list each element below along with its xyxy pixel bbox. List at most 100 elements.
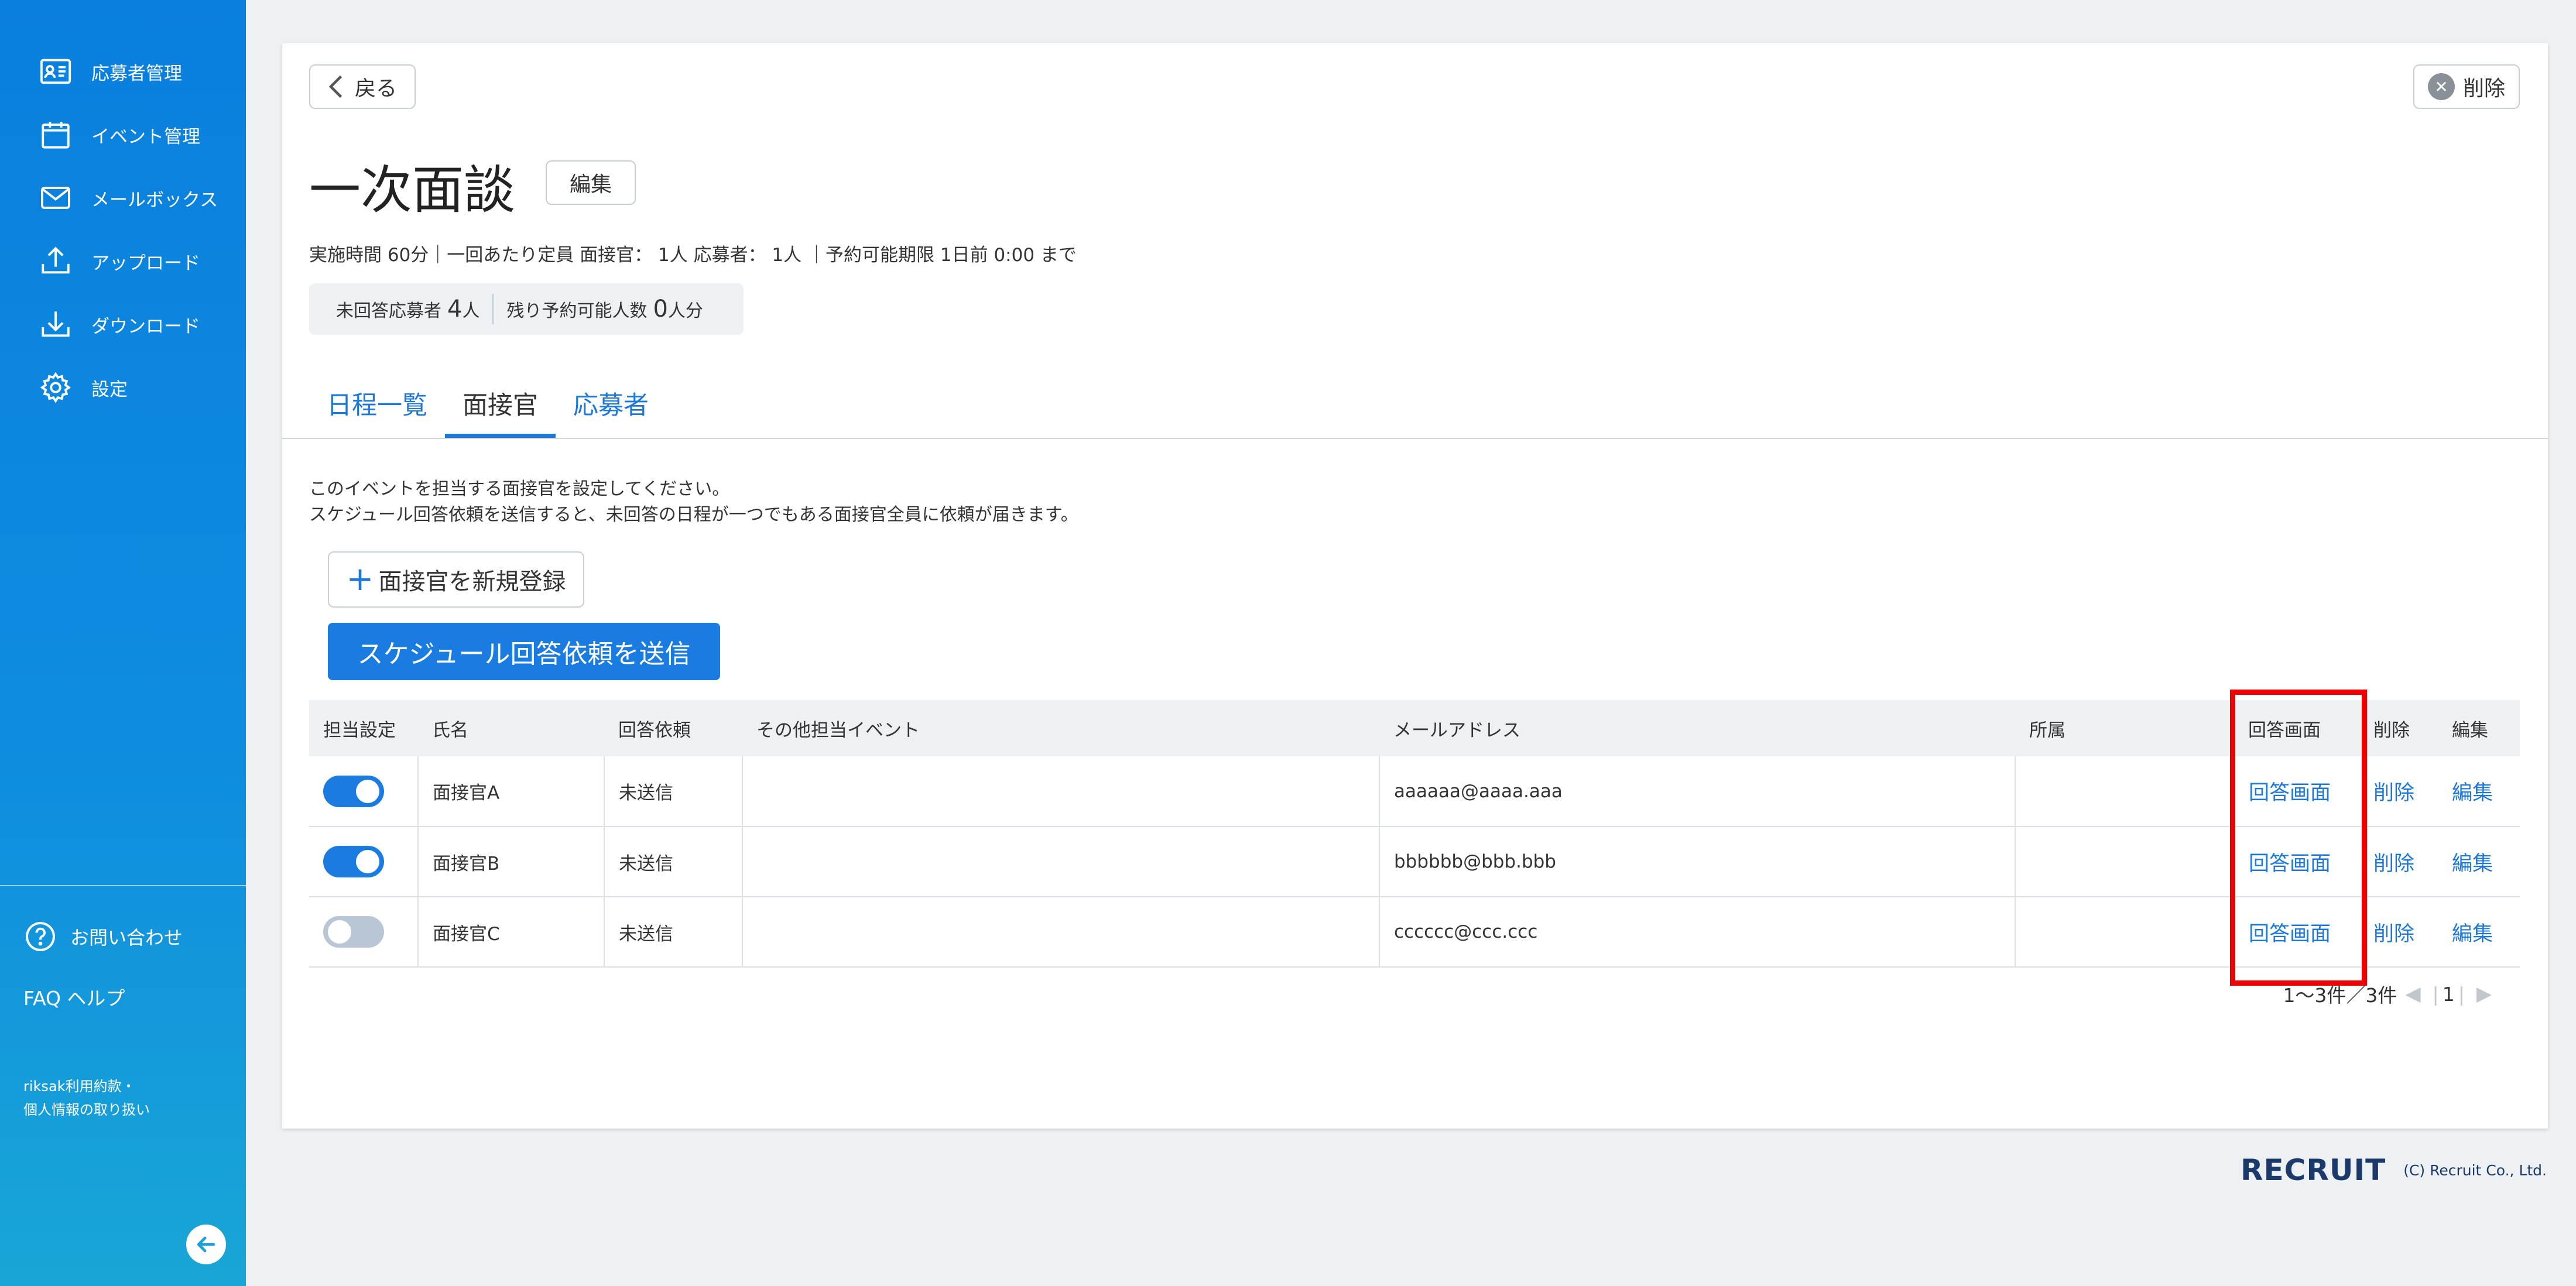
request-status: 未送信 <box>604 756 743 827</box>
plus-icon: + <box>346 560 374 598</box>
interviewer-email: cccccc@ccc.ccc <box>1379 897 2016 968</box>
sidebar-item-settings[interactable]: 設定 <box>0 356 246 419</box>
back-label: 戻る <box>354 77 397 101</box>
faq-help-link[interactable]: FAQ ヘルプ <box>23 970 234 1023</box>
sidebar: 応募者管理 イベント管理 メールボックス アップロード ダウンロード 設定 お問… <box>0 0 246 1286</box>
sidebar-item-upload[interactable]: アップロード <box>0 229 246 293</box>
assign-toggle[interactable] <box>323 846 384 877</box>
col-edit: 編集 <box>2438 700 2520 756</box>
recruit-logo: RECRUIT <box>2241 1153 2386 1187</box>
send-schedule-request-button[interactable]: スケジュール回答依頼を送信 <box>328 623 720 680</box>
pagination-summary: 1～3件／3件 <box>2283 984 2397 1007</box>
sidebar-item-label: アップロード <box>91 252 200 274</box>
col-assigned: 担当設定 <box>309 700 418 756</box>
terms-line-1: riksak利用約款・ <box>23 1078 136 1095</box>
col-other-events: その他担当イベント <box>742 700 1379 756</box>
col-request-status: 回答依頼 <box>604 700 742 756</box>
sidebar-item-label: 応募者管理 <box>91 63 182 84</box>
calendar-icon <box>42 122 70 149</box>
table-row: 面接官A 未送信 aaaaaa@aaaa.aaa 回答画面 削除 編集 <box>309 756 2520 827</box>
add-interviewer-label: 面接官を新規登録 <box>378 568 566 595</box>
mail-icon <box>41 187 70 209</box>
delete-link[interactable]: 削除 <box>2373 923 2414 946</box>
contact-label: お問い合わせ <box>70 927 183 949</box>
tab-schedule[interactable]: 日程一覧 <box>309 369 445 438</box>
sidebar-item-applicants[interactable]: 応募者管理 <box>0 40 246 103</box>
close-circle-icon: ✕ <box>2427 73 2455 100</box>
interviewer-name: 面接官A <box>418 756 605 827</box>
instruction-line-1: このイベントを担当する面接官を設定してください。 <box>309 479 730 499</box>
other-events <box>742 897 1380 968</box>
sidebar-item-label: メールボックス <box>91 189 218 211</box>
prev-page-icon[interactable]: ◀ <box>2405 982 2420 1006</box>
pagination: 1～3件／3件 ◀ | 1 | ▶ <box>2283 980 2500 1008</box>
add-interviewer-button[interactable]: + 面接官を新規登録 <box>328 551 584 608</box>
assign-toggle[interactable] <box>323 775 384 807</box>
interviewer-email: aaaaaa@aaaa.aaa <box>1379 756 2016 827</box>
help-circle-icon <box>26 922 55 951</box>
col-name: 氏名 <box>418 700 604 756</box>
pagination-divider: | <box>2432 982 2439 1006</box>
unanswered-label: 未回答応募者 <box>336 301 441 321</box>
sidebar-divider <box>0 885 246 886</box>
sidebar-collapse-button[interactable] <box>186 1225 226 1264</box>
interviewer-table: 担当設定 氏名 回答依頼 その他担当イベント メールアドレス 所属 回答画面 削… <box>309 700 2520 968</box>
id-card-icon <box>40 59 71 84</box>
delete-link[interactable]: 削除 <box>2373 781 2414 805</box>
sidebar-item-mailbox[interactable]: メールボックス <box>0 166 246 229</box>
remaining-count: 0 <box>653 296 668 323</box>
sidebar-item-label: ダウンロード <box>91 316 200 337</box>
edit-link[interactable]: 編集 <box>2452 781 2493 805</box>
tab-interviewers[interactable]: 面接官 <box>445 369 556 438</box>
edit-link[interactable]: 編集 <box>2452 852 2493 876</box>
interviewer-name: 面接官B <box>418 827 605 897</box>
download-icon <box>42 311 70 337</box>
edit-link[interactable]: 編集 <box>2452 923 2493 946</box>
other-events <box>742 827 1380 897</box>
instructions: このイベントを担当する面接官を設定してください。 スケジュール回答依頼を送信する… <box>309 476 1078 528</box>
current-page[interactable]: 1 <box>2443 983 2455 1006</box>
delete-event-button[interactable]: ✕ 削除 <box>2413 64 2520 109</box>
remaining-unit: 人分 <box>667 301 703 321</box>
sidebar-item-events[interactable]: イベント管理 <box>0 103 246 166</box>
table-row: 面接官C 未送信 cccccc@ccc.ccc 回答画面 削除 編集 <box>309 897 2520 968</box>
unanswered-unit: 人 <box>462 301 480 321</box>
chevron-left-icon <box>328 75 342 98</box>
delete-link[interactable]: 削除 <box>2373 852 2414 876</box>
terms-line-2: 個人情報の取り扱い <box>23 1102 150 1118</box>
interviewer-department <box>2015 756 2235 827</box>
gear-icon <box>40 372 71 403</box>
stats-divider <box>492 294 494 324</box>
delete-label: 削除 <box>2462 77 2505 101</box>
request-status: 未送信 <box>604 897 743 968</box>
sidebar-item-label: 設定 <box>91 379 128 400</box>
footer: RECRUIT (C) Recruit Co., Ltd. <box>2241 1153 2547 1187</box>
col-department: 所属 <box>2015 700 2234 756</box>
event-stats: 未回答応募者 4 人 残り予約可能人数 0 人分 <box>309 283 744 335</box>
sidebar-item-download[interactable]: ダウンロード <box>0 293 246 356</box>
tabs: 日程一覧 面接官 応募者 <box>309 369 666 438</box>
sidebar-item-label: イベント管理 <box>91 126 200 148</box>
assign-toggle[interactable] <box>323 916 384 948</box>
back-button[interactable]: 戻る <box>309 64 416 109</box>
other-events <box>742 756 1380 827</box>
instruction-line-2: スケジュール回答依頼を送信すると、未回答の日程が一つでもある面接官全員に依頼が届… <box>309 505 1078 525</box>
pagination-divider: | <box>2458 982 2465 1006</box>
table-header-row: 担当設定 氏名 回答依頼 その他担当イベント メールアドレス 所属 回答画面 削… <box>309 700 2520 756</box>
page-title: 一次面談 <box>309 160 516 220</box>
remaining-label: 残り予約可能人数 <box>506 301 648 321</box>
col-email: メールアドレス <box>1379 700 2015 756</box>
tab-applicants[interactable]: 応募者 <box>556 369 666 438</box>
event-meta: 実施時間 60分｜一回あたり定員 面接官： 1人 応募者： 1人 ｜予約可能期限… <box>309 245 1077 266</box>
upload-icon <box>42 246 70 274</box>
sidebar-nav: 応募者管理 イベント管理 メールボックス アップロード ダウンロード 設定 <box>0 0 246 419</box>
arrow-left-icon <box>197 1236 215 1253</box>
unanswered-count: 4 <box>447 296 463 323</box>
edit-event-button[interactable]: 編集 <box>546 160 636 205</box>
terms-link[interactable]: riksak利用約款・ 個人情報の取り扱い <box>23 1075 234 1122</box>
interviewer-email: bbbbbb@bbb.bbb <box>1379 827 2016 897</box>
next-page-icon[interactable]: ▶ <box>2476 982 2492 1006</box>
contact-link[interactable]: お問い合わせ <box>23 913 234 960</box>
interviewer-department <box>2015 897 2235 968</box>
request-status: 未送信 <box>604 827 743 897</box>
